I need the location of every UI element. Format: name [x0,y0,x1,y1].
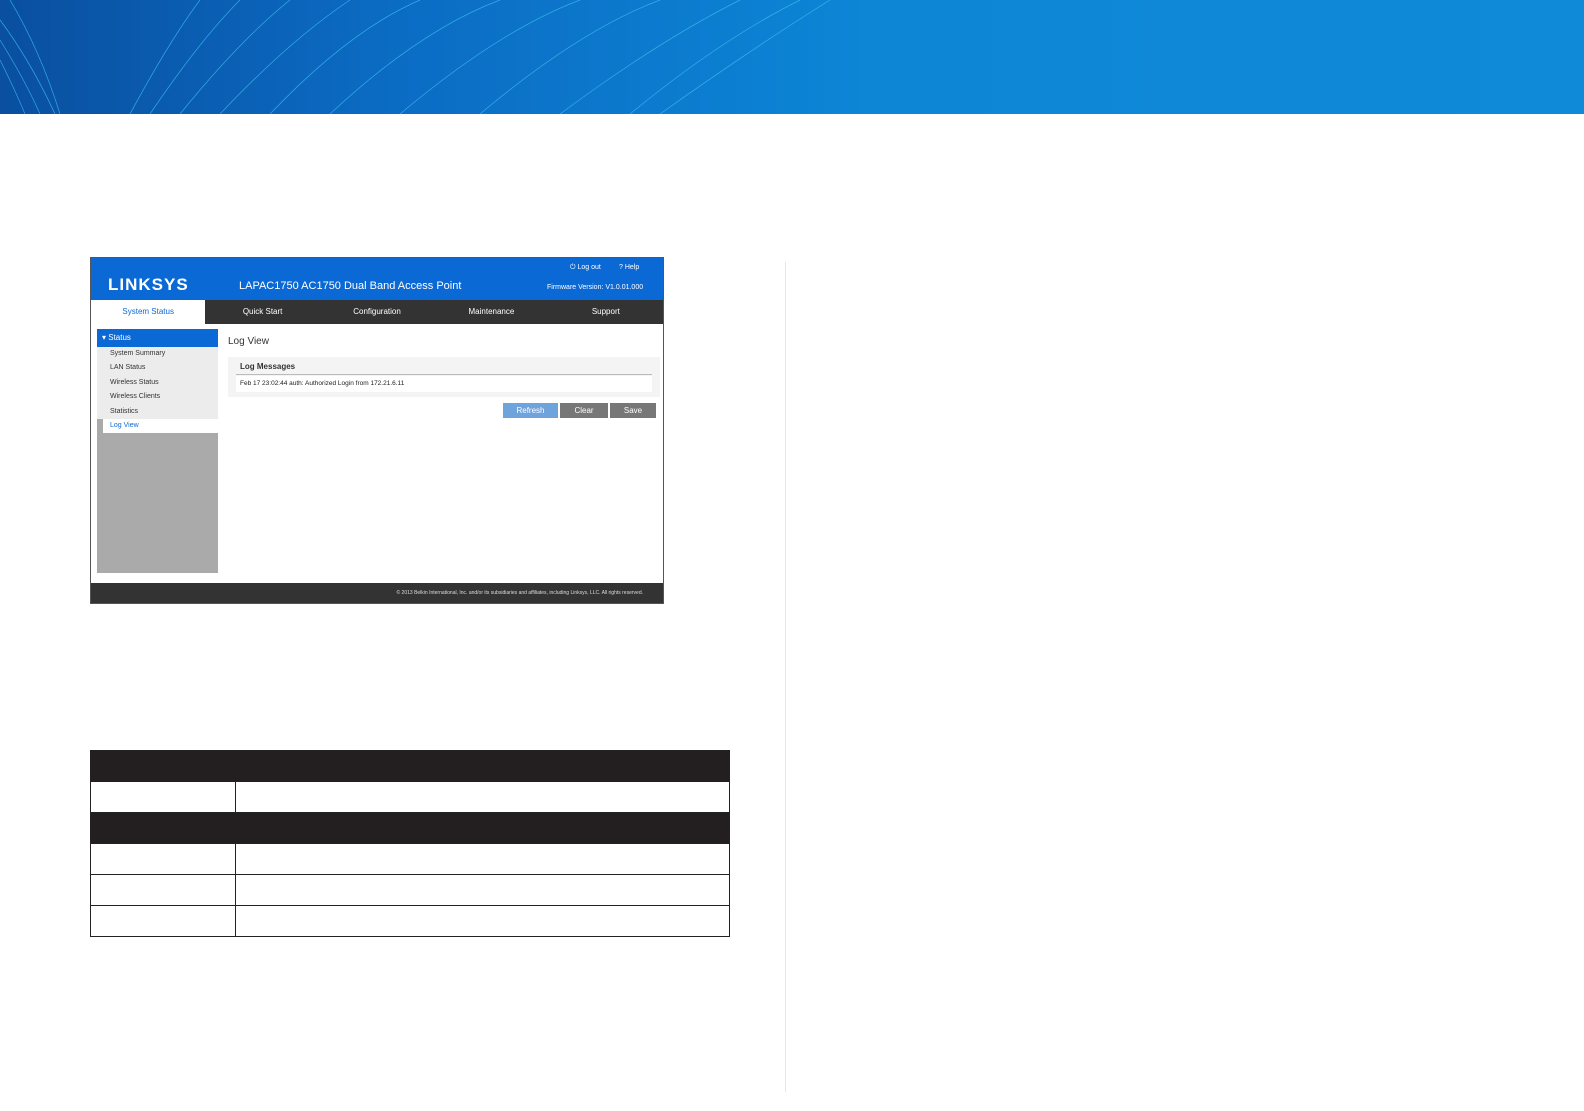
sidebar-item-lan-status[interactable]: LAN Status [97,361,218,376]
product-title: LAPAC1750 AC1750 Dual Band Access Point [239,280,462,292]
footer: © 2013 Belkin International, Inc. and/or… [91,583,663,603]
column-divider [785,262,786,1092]
sidebar-item-statistics[interactable]: Statistics [97,404,218,419]
refresh-button[interactable]: Refresh [503,403,558,418]
table-row [90,874,730,906]
sidebar: ▾ Status System Summary LAN Status Wirel… [97,329,218,573]
page-title: Log View [228,336,269,347]
log-messages-panel: Log Messages Feb 17 23:02:44 auth: Autho… [228,357,660,397]
linksys-logo: LINKSYS [108,275,189,294]
save-button[interactable]: Save [610,403,656,418]
log-entry: Feb 17 23:02:44 auth: Authorized Login f… [236,376,652,392]
help-link[interactable]: ? Help [619,264,639,271]
sidebar-item-wireless-status[interactable]: Wireless Status [97,375,218,391]
settings-table [90,750,730,937]
app-header: LINKSYS LAPAC1750 AC1750 Dual Band Acces… [91,258,663,300]
table-header-row [90,750,730,782]
tab-maintenance[interactable]: Maintenance [434,300,548,324]
tab-quick-start[interactable]: Quick Start [205,300,319,324]
table-header-row [90,812,730,844]
clear-button[interactable]: Clear [560,403,608,418]
firmware-version: Firmware Version: V1.0.01.000 [547,284,644,291]
table-row [90,843,730,875]
tab-support[interactable]: Support [549,300,663,324]
tab-configuration[interactable]: Configuration [320,300,434,324]
sidebar-item-system-summary[interactable]: System Summary [97,347,218,362]
section-title: Log Messages [240,362,296,371]
sidebar-header-status[interactable]: ▾ Status [97,329,218,347]
table-row [90,905,730,937]
sidebar-item-wireless-clients[interactable]: Wireless Clients [97,390,218,405]
sidebar-item-log-view[interactable]: Log View [103,418,218,434]
main-nav: System Status Quick Start Configuration … [91,300,663,324]
table-row [90,781,730,813]
logout-link[interactable]: ⏻ Log out [570,264,601,272]
wave-graphic [0,0,831,114]
header-banner [0,0,1584,114]
embedded-screenshot: LINKSYS LAPAC1750 AC1750 Dual Band Acces… [90,257,664,604]
tab-system-status[interactable]: System Status [91,300,206,324]
divider [236,374,652,375]
